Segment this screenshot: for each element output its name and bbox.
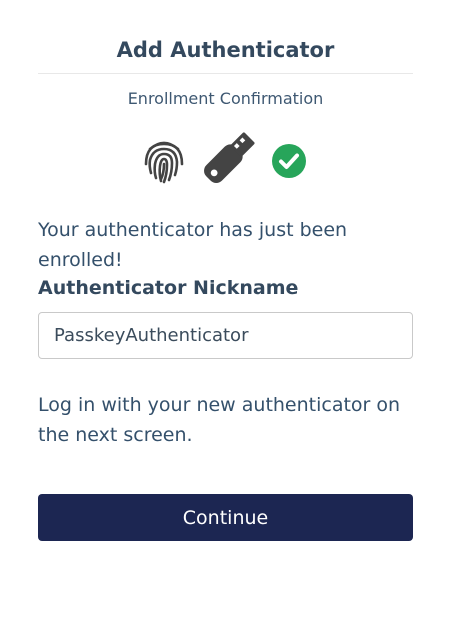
- page-subtitle: Enrollment Confirmation: [127, 89, 324, 108]
- login-instructions: Log in with your new authenticator on th…: [38, 394, 401, 446]
- continue-button[interactable]: Continue: [38, 494, 413, 541]
- page-title: Add Authenticator: [116, 38, 335, 62]
- enrollment-confirmation-card: Add Authenticator Enrollment Confirmatio…: [38, 0, 413, 541]
- usb-security-key-icon: [204, 132, 255, 183]
- check-circle-icon: [272, 144, 306, 178]
- fingerprint-icon: [144, 141, 184, 184]
- authenticator-icons: [38, 124, 413, 194]
- header-divider: [38, 73, 413, 74]
- enrolled-message: Your authenticator has just been enrolle…: [38, 219, 348, 271]
- nickname-label: Authenticator Nickname: [38, 277, 299, 299]
- nickname-input[interactable]: [38, 312, 413, 359]
